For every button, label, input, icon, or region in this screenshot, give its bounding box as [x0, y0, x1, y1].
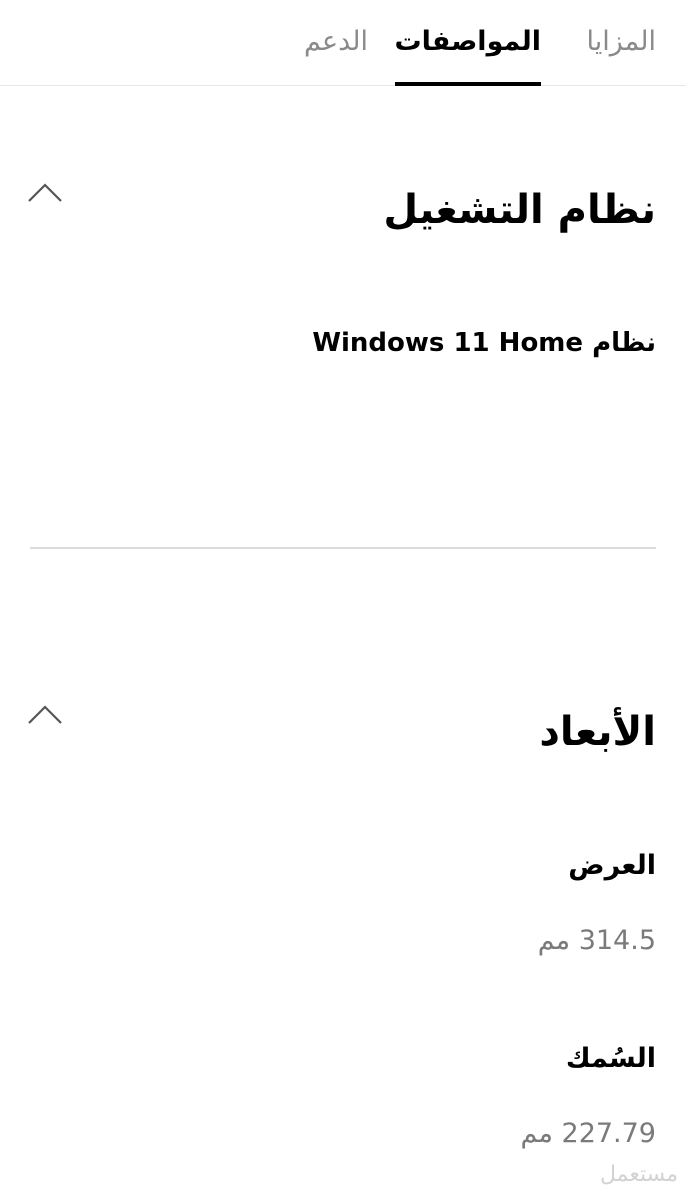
section-title-dimensions: الأبعاد	[539, 709, 656, 755]
spec-value-width: 314.5 مم	[537, 925, 656, 956]
spec-label-width: العرض	[568, 850, 656, 881]
section-divider	[30, 547, 656, 549]
watermark: مستعمل	[599, 1162, 678, 1187]
tab-specifications[interactable]: المواصفات	[394, 0, 542, 86]
tab-bar: المزايا المواصفات الدعم	[0, 0, 686, 86]
tab-support[interactable]: الدعم	[304, 0, 368, 86]
section-title-operating-system: نظام التشغيل	[383, 187, 656, 233]
operating-system-value: نظام Windows 11 Home	[312, 328, 656, 358]
spec-value-thickness: 227.79 مم	[520, 1118, 657, 1149]
spec-label-thickness: السُمك	[565, 1043, 656, 1074]
tab-features[interactable]: المزايا	[587, 0, 656, 86]
chevron-up-icon[interactable]	[28, 705, 62, 725]
chevron-up-icon[interactable]	[28, 183, 62, 203]
